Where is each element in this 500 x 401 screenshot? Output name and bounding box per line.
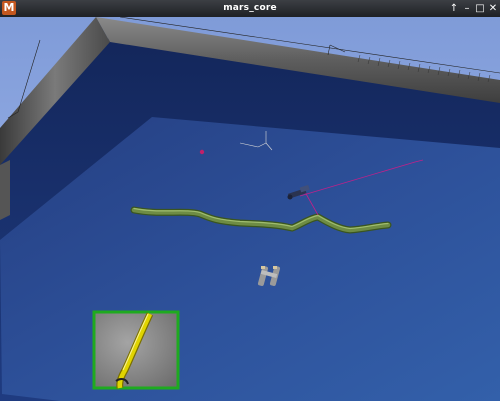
scene-canvas[interactable] [0,17,500,401]
keep-above-button[interactable]: ↑ [448,0,460,17]
maximize-button[interactable]: □ [474,0,486,17]
app-window: M mars_core ↑ – □ ✕ [0,0,500,401]
arena-wall-left-edge [0,160,10,220]
title-bar[interactable]: M mars_core ↑ – □ ✕ [0,0,500,18]
window-title: mars_core [223,3,277,13]
camera-inset[interactable] [92,310,180,390]
close-button[interactable]: ✕ [487,0,499,17]
marker-point [199,149,205,155]
3d-viewport[interactable] [0,17,500,401]
minimize-button[interactable]: – [461,0,473,17]
